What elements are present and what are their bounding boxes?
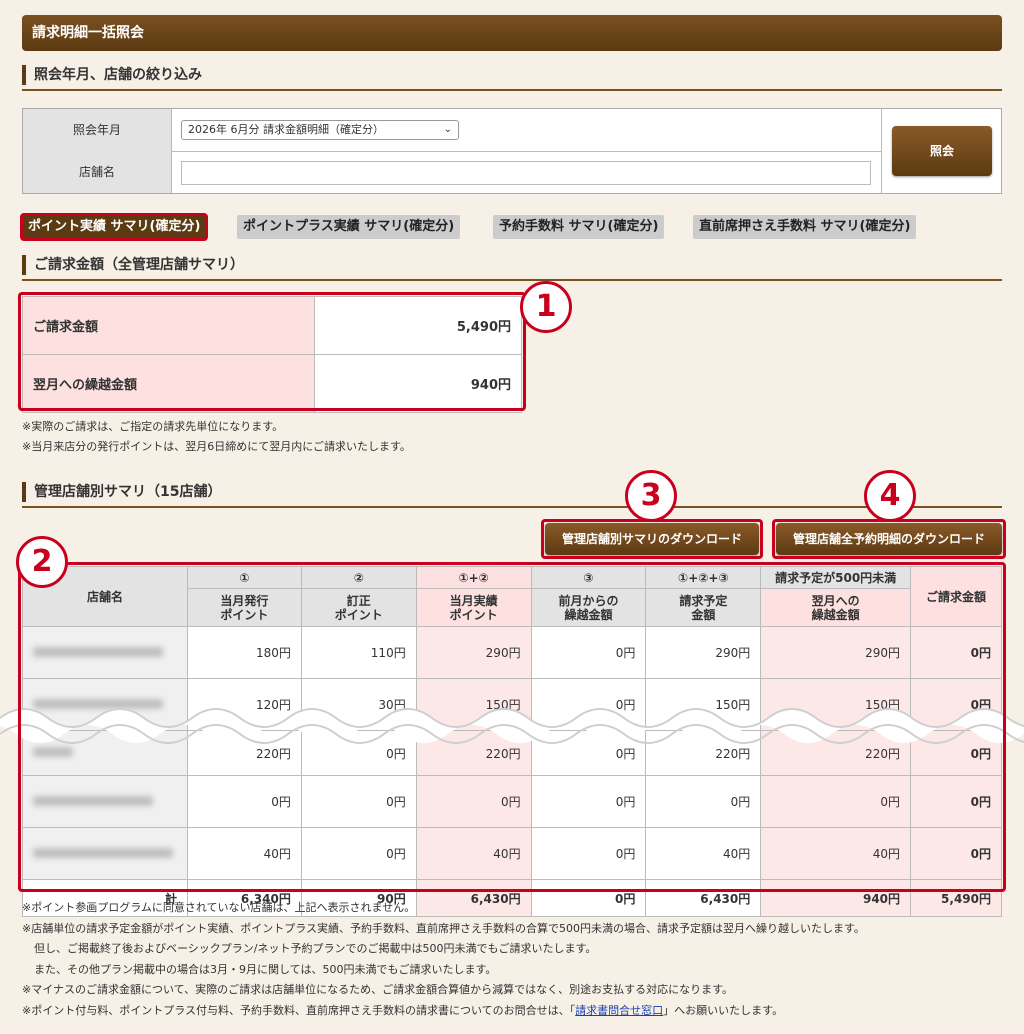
page-header: 請求明細一括照会 (22, 15, 1002, 51)
footer-note: ※店舗単位の請求予定金額がポイント実績、ポイントプラス実績、予約手数料、直前席押… (22, 921, 865, 935)
chevron-down-icon: ⌄ (443, 124, 452, 135)
tab-seat-hold-fee-summary[interactable]: 直前席押さえ手数料 サマリ(確定分) (693, 215, 917, 239)
footer-notes: ※ポイント参画プログラムに同意されていない店舗は、上記へ表示されません。 ※店舗… (22, 898, 865, 1021)
store-section-title: 管理店舗別サマリ（15店舗） (22, 480, 1002, 508)
footer-note: また、その他プラン掲載中の場合は3月・9月に関しては、500円未満でもご請求いた… (34, 962, 497, 976)
billing-inquiry-link[interactable]: 請求書問合せ窓口 (575, 1004, 663, 1017)
footer-note-text: ※ポイント付与料、ポイントプラス付与料、予約手数料、直前席押さえ手数料の請求書に… (22, 1003, 576, 1017)
footer-note: ※ポイント参画プログラムに同意されていない店舗は、上記へ表示されません。 (22, 901, 416, 914)
filter-panel: 照会年月 2026年 6月分 請求金額明細（確定分） ⌄ 店舗名 照会 (22, 108, 1002, 194)
billing-section-title: ご請求金額（全管理店舗サマリ） (22, 253, 1002, 281)
period-row: 照会年月 2026年 6月分 請求金額明細（確定分） ⌄ (23, 109, 881, 152)
callout-badge-1: 1 (520, 281, 572, 333)
footer-note: ※マイナスのご請求金額について、実際のご請求は店舗単位になるため、ご請求金額合算… (22, 983, 734, 996)
tab-point-summary[interactable]: ポイント実績 サマリ(確定分) (19, 213, 209, 241)
footer-note-text: 」へお願いいたします。 (663, 1003, 784, 1017)
period-select-value: 2026年 6月分 請求金額明細（確定分） (188, 123, 384, 136)
highlight-box-4 (772, 519, 1006, 559)
footer-note: 但し、ご掲載終了後およびベーシックプラン/ネット予約プランでのご掲載中は500円… (34, 942, 597, 955)
callout-badge-4: 4 (864, 470, 916, 522)
billing-note: ※当月来店分の発行ポイントは、翌月6日締めにて翌月内にご請求いたします。 (22, 440, 411, 453)
tab-point-plus-summary[interactable]: ポイントプラス実績 サマリ(確定分) (237, 215, 461, 239)
callout-badge-2: 2 (16, 536, 68, 588)
store-name-input[interactable] (181, 161, 871, 185)
highlight-box-1 (18, 292, 526, 411)
period-select[interactable]: 2026年 6月分 請求金額明細（確定分） ⌄ (181, 120, 459, 140)
filter-divider (881, 109, 882, 193)
period-label: 照会年月 (23, 109, 172, 151)
callout-badge-3: 3 (625, 470, 677, 522)
store-label: 店舗名 (23, 151, 172, 193)
highlight-box-3 (541, 519, 763, 559)
tab-reservation-fee-summary[interactable]: 予約手数料 サマリ(確定分) (493, 215, 665, 239)
billing-note: ※実際のご請求は、ご指定の請求先単位になります。 (22, 420, 284, 433)
highlight-box-2 (18, 562, 1006, 892)
store-row: 店舗名 (23, 151, 881, 193)
filter-section-title: 照会年月、店舗の絞り込み (22, 63, 1002, 91)
search-button[interactable]: 照会 (892, 126, 992, 176)
footer-note: ※ポイント付与料、ポイントプラス付与料、予約手数料、直前席押さえ手数料の請求書に… (22, 1001, 865, 1022)
